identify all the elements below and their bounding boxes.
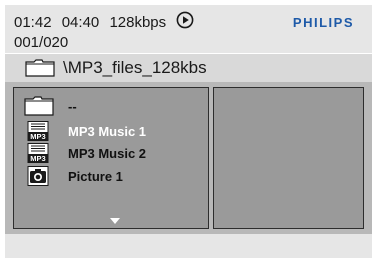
current-path-bar: \MP3_files_128kbs [5,54,372,82]
svg-text:MP3: MP3 [30,132,45,141]
play-icon [176,11,194,33]
camera-icon [24,166,54,191]
svg-text:MP3: MP3 [30,154,45,163]
file-list[interactable]: -- MP3 MP3 Music 1 MP3 MP3 Music 2 Pictu… [13,87,209,229]
mp3-file-icon: MP3 [24,143,54,168]
preview-panel [213,87,364,229]
elapsed-time: 01:42 [14,13,52,31]
track-counter: 001/020 [14,34,69,51]
list-item-label: MP3 Music 1 [68,124,147,139]
folder-icon [24,96,54,121]
playback-info: 01:42 04:40 128kbps [14,11,200,34]
disc-menu-screen: 01:42 04:40 128kbps 001/020 PHILIPS \MP3… [0,0,375,260]
status-bar: 01:42 04:40 128kbps 001/020 PHILIPS [5,5,372,53]
total-time: 04:40 [61,13,100,31]
list-item-label: -- [68,99,77,114]
scroll-down-arrow-icon[interactable] [110,218,120,224]
list-item-label: Picture 1 [68,169,123,184]
bottom-bar [5,234,372,258]
bitrate: 128kbps [109,13,167,31]
list-item-label: MP3 Music 2 [68,146,147,161]
folder-icon [25,59,55,82]
brand-logo: PHILIPS [292,15,354,30]
current-path: \MP3_files_128kbs [63,58,207,77]
